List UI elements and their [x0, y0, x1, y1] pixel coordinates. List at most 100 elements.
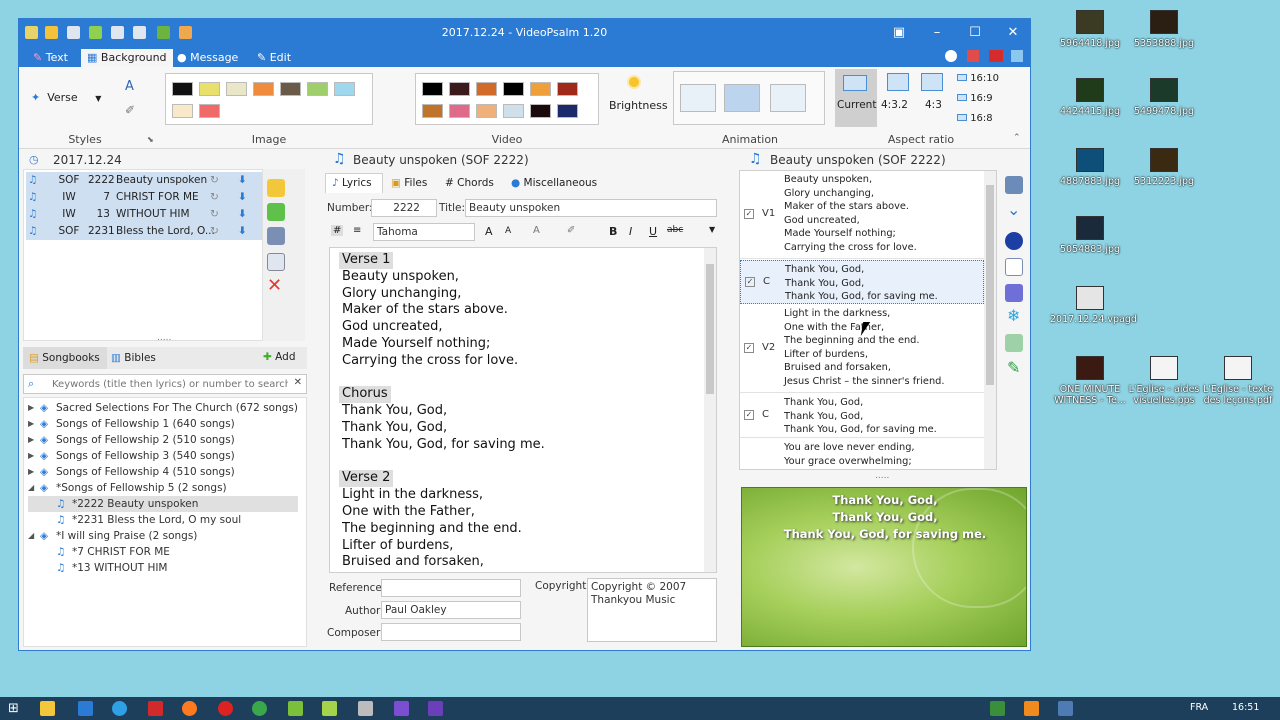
desktop-icon[interactable]: 4424415.jpg	[1050, 78, 1130, 117]
expanded-arrow-icon[interactable]: ◢	[28, 528, 34, 544]
vs-code-icon[interactable]	[428, 701, 443, 716]
tree-node[interactable]: ♫ *2222 Beauty unspoken	[28, 496, 298, 512]
arrow-down-icon[interactable]: ⬇	[238, 206, 247, 223]
monitor-icon[interactable]	[1005, 334, 1023, 352]
tree-node[interactable]: ▶ ◈ Songs of Fellowship 2 (510 songs)	[28, 432, 298, 448]
schedule-item[interactable]: ♫ SOF 2231 Bless the Lord, O... ↻ ⬇	[26, 223, 262, 240]
tree-node[interactable]: ♫ *13 WITHOUT HIM	[28, 560, 298, 576]
video-thumbnail[interactable]	[476, 82, 497, 96]
add-song-icon[interactable]	[267, 203, 285, 221]
desktop-icon[interactable]: L'Eglise - texte des leçons.pdf	[1198, 356, 1278, 406]
underline-icon[interactable]: U	[649, 225, 657, 238]
delete-icon[interactable]: ✕	[267, 275, 282, 296]
desktop-icon[interactable]: 5312223.jpg	[1124, 148, 1204, 187]
image-thumbnail[interactable]	[172, 104, 193, 118]
video-thumbnail[interactable]	[530, 104, 551, 118]
start-icon[interactable]: ⊞	[8, 701, 19, 716]
desktop-icon[interactable]: 5499478.jpg	[1124, 78, 1204, 117]
slide-item[interactable]: ✓ C Thank You, God, Thank You, God, Thank …	[740, 260, 984, 304]
search-icon[interactable]: ⌕	[28, 377, 34, 391]
reference-field[interactable]	[381, 579, 521, 597]
lyrics-editor[interactable]: Verse 1 Beauty unspoken, Glory unchanging,…	[329, 247, 717, 573]
firefox-icon[interactable]	[182, 701, 197, 716]
title-field[interactable]: Beauty unspoken	[465, 199, 717, 217]
slide-scrollbar[interactable]	[984, 171, 996, 469]
maximize-button[interactable]: ☐	[961, 23, 989, 43]
document-icon[interactable]	[1005, 258, 1023, 276]
opera-icon[interactable]	[218, 701, 233, 716]
image-thumbnail[interactable]	[199, 104, 220, 118]
verse-style-dropdown[interactable]: ✦ Verse ▼	[31, 91, 101, 104]
copyright-field[interactable]: Copyright © 2007 Thankyou Music	[587, 578, 717, 642]
tab-text[interactable]: ✎ Text	[27, 49, 74, 67]
tree-node[interactable]: ♫ *7 CHRIST FOR ME	[28, 544, 298, 560]
clear-search-icon[interactable]: ✕	[294, 377, 302, 388]
desktop-icon[interactable]: 2017.12.24.vpagd	[1050, 286, 1137, 325]
app-m-icon[interactable]	[78, 701, 93, 716]
ie-icon[interactable]	[112, 701, 127, 716]
image-thumbnail[interactable]	[199, 82, 220, 96]
bold-icon[interactable]: B	[609, 225, 617, 238]
schedule-item[interactable]: ♫ IW 13 WITHOUT HIM ↻ ⬇	[26, 206, 262, 223]
chevron-down-icon[interactable]: ⌄	[1007, 200, 1020, 219]
taskbar-orange-icon[interactable]	[1024, 701, 1039, 716]
tag-icon[interactable]	[1005, 284, 1023, 302]
font-color-icon[interactable]: A	[125, 79, 134, 94]
tree-node[interactable]: ◢ ◈ *I will sing Praise (2 songs)	[28, 528, 298, 544]
pdf-icon[interactable]	[148, 701, 163, 716]
image-thumbnail[interactable]	[253, 82, 274, 96]
video-thumbnail[interactable]	[449, 82, 470, 96]
restore-ribbon-icon[interactable]: ▣	[885, 23, 913, 43]
aspect-432-icon[interactable]	[887, 73, 909, 91]
desktop-icon[interactable]: ONE MINUTE WITNESS - Te...	[1050, 356, 1130, 406]
transition-icon[interactable]: ↻	[210, 223, 219, 240]
font-select[interactable]: Tahoma	[373, 223, 475, 241]
schedule-item[interactable]: ♫ SOF 2222 Beauty unspoken ↻ ⬇	[26, 172, 262, 189]
composer-field[interactable]	[381, 623, 521, 641]
tree-node[interactable]: ▶ ◈ Songs of Fellowship 1 (640 songs)	[28, 416, 298, 432]
aspect-43-icon[interactable]	[921, 73, 943, 91]
clock[interactable]: 16:51	[1232, 702, 1259, 713]
minimize-button[interactable]: –	[923, 23, 951, 43]
image-thumbnail[interactable]	[334, 82, 355, 96]
brightness-label[interactable]: Brightness	[609, 99, 668, 112]
video-thumbnail[interactable]	[422, 104, 443, 118]
close-button[interactable]: ✕	[999, 23, 1027, 43]
desktop-icon[interactable]: 5353888.jpg	[1124, 10, 1204, 49]
highlight-icon[interactable]: ✐	[567, 225, 575, 236]
video-thumbnail[interactable]	[557, 82, 578, 96]
desktop-icon[interactable]: 5054883.jpg	[1050, 216, 1130, 255]
tab-edit[interactable]: ✎ Edit	[251, 49, 297, 67]
projector-icon[interactable]	[1005, 176, 1023, 194]
taskbar-app-icon[interactable]	[288, 701, 303, 716]
schedule-item[interactable]: ♫ IW 7 CHRIST FOR ME ↻ ⬇	[26, 189, 262, 206]
author-field[interactable]: Paul Oakley	[381, 601, 521, 619]
moon-icon[interactable]	[1005, 232, 1023, 250]
slide-item[interactable]: You are love never ending, Your grace ov…	[740, 439, 984, 469]
brush-icon[interactable]: ✐	[125, 103, 135, 117]
collapsed-arrow-icon[interactable]: ▶	[28, 464, 34, 480]
chords-list-icon[interactable]: ≡	[353, 225, 361, 236]
lyrics-scrollbar[interactable]	[704, 248, 716, 572]
desktop-icon[interactable]: L'Eglise - aides visuelles.pps	[1124, 356, 1204, 406]
open-folder-icon[interactable]	[267, 179, 285, 197]
desktop-icon[interactable]: 5964418.jpg	[1050, 10, 1130, 49]
language-icon[interactable]	[967, 50, 979, 62]
add-library-button[interactable]: ✚ Add	[263, 351, 296, 363]
chords-toggle-icon[interactable]: #	[331, 225, 344, 236]
visual-studio-icon[interactable]	[394, 701, 409, 716]
image-thumbnail[interactable]	[280, 82, 301, 96]
video-thumbnail[interactable]	[530, 82, 551, 96]
taskbar-app2-icon[interactable]	[358, 701, 373, 716]
video-thumbnail[interactable]	[503, 104, 524, 118]
tab-songbooks[interactable]: ▤ Songbooks	[23, 347, 107, 369]
search-input[interactable]	[52, 376, 288, 392]
splitter-handle[interactable]: .....	[157, 333, 171, 343]
aspect-432-label[interactable]: 4:3.2	[881, 99, 908, 111]
image-thumbnail[interactable]	[307, 82, 328, 96]
desktop-icon[interactable]: 4887883.jpg	[1050, 148, 1130, 187]
collapse-ribbon-icon[interactable]: ⌃	[1013, 133, 1021, 143]
video-thumbnail[interactable]	[503, 82, 524, 96]
collapsed-arrow-icon[interactable]: ▶	[28, 448, 34, 464]
tab-lyrics[interactable]: ♪ Lyrics	[325, 173, 383, 193]
